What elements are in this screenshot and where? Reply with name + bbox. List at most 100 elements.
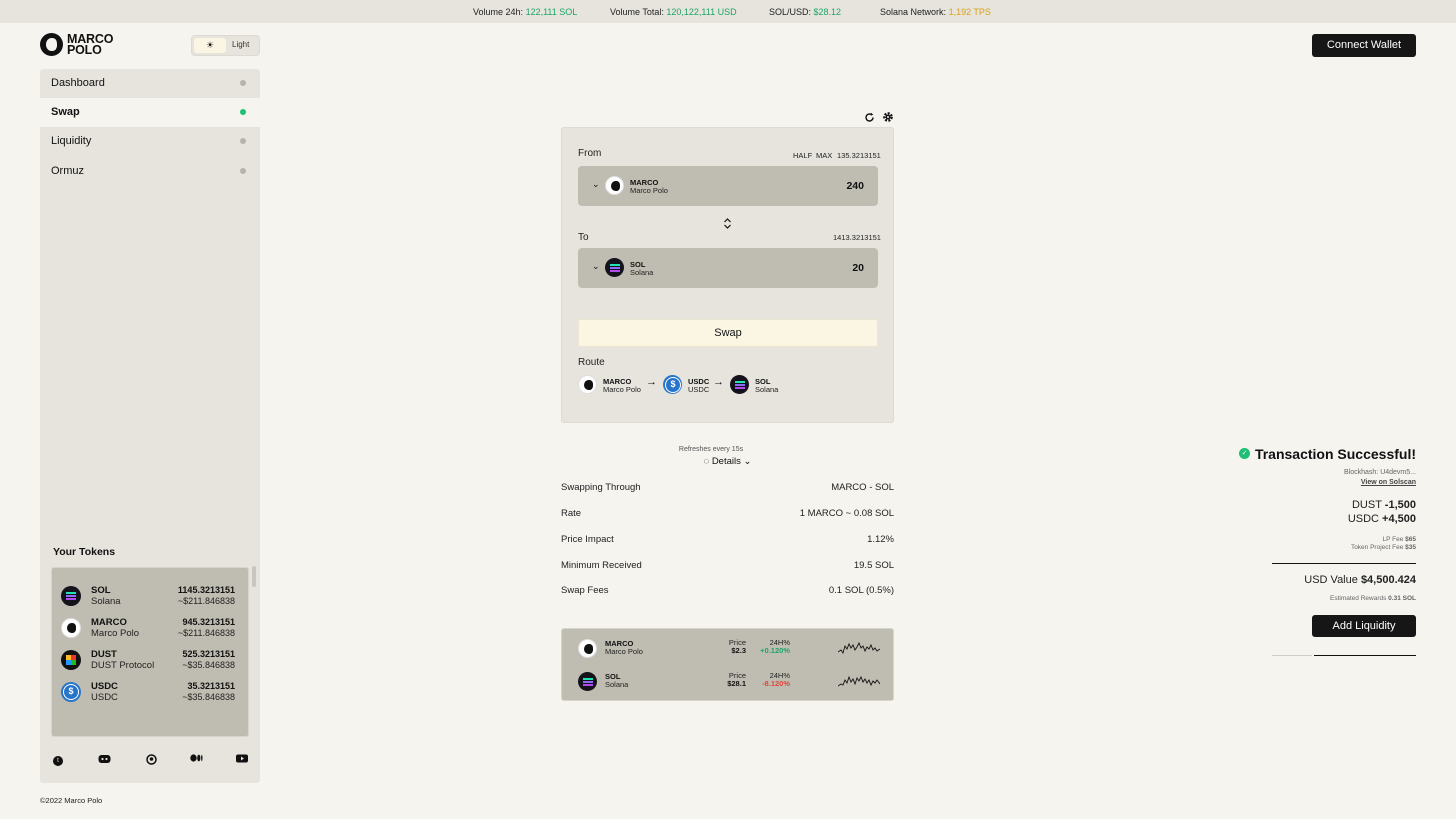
refresh-note: Refreshes every 15s <box>678 446 744 453</box>
check-circle-icon: ✓ <box>1239 448 1250 459</box>
marco-icon <box>61 618 81 638</box>
theme-toggle[interactable]: ☀ Light <box>191 35 260 56</box>
token-row-dust[interactable]: DUST DUST Protocol 525.3213151 ~$35.8468… <box>61 647 241 673</box>
add-liquidity-button[interactable]: Add Liquidity <box>1312 615 1416 637</box>
token-project-fee: Token Project Fee $35 <box>1350 544 1416 551</box>
network-tps-value: 1,192 TPS <box>948 7 991 17</box>
price-overview: MARCO Marco Polo Price $2.3 24H% +0.120%… <box>561 628 894 701</box>
marco-icon <box>578 639 597 658</box>
marco-icon <box>578 375 597 394</box>
transaction-panel: ✓ Transaction Successful! Blockhash: U4d… <box>1216 444 1416 664</box>
youtube-icon[interactable] <box>236 754 248 766</box>
price-change-value: +0.120% <box>760 646 790 655</box>
detail-swapping-through: Swapping Through MARCO - SOL <box>561 482 894 493</box>
status-dot <box>240 168 246 174</box>
from-balance: 135.3213151 <box>837 151 881 160</box>
volume-24h-stat: Volume 24h: 122,111 SOL <box>473 7 578 17</box>
estimated-rewards: Estimated Rewards 0.31 SOL <box>1330 595 1416 602</box>
arrow-right-icon: → <box>646 376 657 388</box>
from-label: From <box>578 148 602 159</box>
tokens-scrollbar[interactable] <box>252 566 256 587</box>
usd-value: USD Value $4,500.424 <box>1304 574 1416 586</box>
price-row-marco[interactable]: MARCO Marco Polo Price $2.3 24H% +0.120% <box>578 637 880 661</box>
swap-direction-icon[interactable] <box>723 216 732 234</box>
solana-network-stat: Solana Network: 1,192 TPS <box>880 7 991 17</box>
your-tokens-title: Your Tokens <box>53 546 116 558</box>
volume-total-stat: Volume Total: 120,122,111 USD <box>610 7 737 17</box>
to-balance: 1413.3213151 <box>833 233 881 242</box>
sparkline-chart <box>838 641 880 655</box>
chevron-down-icon[interactable]: ⌄ <box>592 179 600 190</box>
solana-icon <box>730 375 749 394</box>
to-label: To <box>578 232 589 243</box>
brand-name: MARCO POLO <box>67 32 114 57</box>
volume-total-value: 120,122,111 USD <box>666 7 737 17</box>
blockhash: Blockhash: U4devm5... <box>1344 469 1416 476</box>
settings-gear-icon[interactable] <box>882 112 894 126</box>
from-amount-input[interactable]: 240 <box>846 180 864 192</box>
sparkline-chart <box>838 675 880 687</box>
detail-rate: Rate 1 MARCO ~ 0.08 SOL <box>561 508 894 519</box>
dust-change: DUST -1,500 <box>1351 499 1416 511</box>
github-icon[interactable] <box>145 754 157 766</box>
arrow-right-icon: → <box>713 376 724 388</box>
price-row-sol[interactable]: SOL Solana Price $28.1 24H% -8.120% <box>578 670 880 694</box>
divider <box>1314 655 1416 656</box>
sidebar-item-swap[interactable]: Swap <box>40 98 260 127</box>
to-token-field[interactable]: ⌄ SOL Solana 20 <box>578 248 878 288</box>
solana-icon <box>61 586 81 606</box>
price-change-value: -8.120% <box>762 679 790 688</box>
active-dot <box>240 109 246 115</box>
theme-label: Light <box>232 40 250 49</box>
half-button[interactable]: HALF <box>793 151 812 160</box>
status-dot <box>240 138 246 144</box>
max-button[interactable]: MAX <box>816 151 832 160</box>
medium-icon[interactable] <box>190 754 203 766</box>
from-token-field[interactable]: ⌄ MARCO Marco Polo 240 <box>578 166 878 206</box>
status-dot <box>240 80 246 86</box>
detail-swap-fees: Swap Fees 0.1 SOL (0.5%) <box>561 585 894 596</box>
marco-icon <box>605 176 624 195</box>
twitter-icon[interactable]: t <box>52 754 64 766</box>
view-on-solscan-link[interactable]: View on Solscan <box>1361 479 1416 486</box>
marco-polo-head-icon <box>40 33 63 56</box>
swap-card-tools <box>864 111 894 126</box>
token-row-sol[interactable]: SOL Solana 1145.3213151 ~$211.846838 <box>61 583 241 609</box>
tokens-list: SOL Solana 1145.3213151 ~$211.846838 MAR… <box>51 567 249 737</box>
solana-icon <box>578 672 597 691</box>
refresh-icon[interactable] <box>864 112 878 126</box>
chevron-down-icon: ⌄ <box>743 456 752 467</box>
divider <box>1272 655 1312 656</box>
token-row-marco[interactable]: MARCO Marco Polo 945.3213151 ~$211.84683… <box>61 615 241 641</box>
usdc-change: USDC +4,500 <box>1347 513 1416 525</box>
detail-price-impact: Price Impact 1.12% <box>561 534 894 545</box>
sol-usd-stat: SOL/USD: $28.12 <box>769 7 842 17</box>
brand-logo[interactable]: MARCO POLO <box>40 33 113 56</box>
to-amount-input[interactable]: 20 <box>852 262 864 274</box>
details-toggle[interactable]: ◌ Details ⌄ <box>561 456 894 467</box>
usdc-icon <box>61 682 81 702</box>
chevron-down-icon[interactable]: ⌄ <box>592 261 600 272</box>
token-row-usdc[interactable]: USDC USDC 35.3213151 ~$35.846838 <box>61 679 241 705</box>
lp-fee: LP Fee $65 <box>1382 536 1416 543</box>
sidebar-item-ormuz[interactable]: Ormuz <box>40 157 260 186</box>
top-stats-bar: Volume 24h: 122,111 SOL Volume Total: 12… <box>0 0 1456 23</box>
swap-button[interactable]: Swap <box>578 319 878 347</box>
usdc-icon <box>663 375 682 394</box>
sidebar-item-dashboard[interactable]: Dashboard <box>40 69 260 98</box>
divider <box>1272 563 1416 564</box>
loading-spinner-icon: ◌ <box>703 456 710 467</box>
connect-wallet-button[interactable]: Connect Wallet <box>1312 34 1416 57</box>
volume-24h-value: 122,111 SOL <box>525 7 578 17</box>
discord-icon[interactable] <box>98 754 111 766</box>
transaction-title: Transaction Successful! <box>1254 446 1416 462</box>
route-label: Route <box>578 357 605 368</box>
dust-icon <box>61 650 81 670</box>
detail-minimum-received: Minimum Received 19.5 SOL <box>561 560 894 571</box>
solana-icon <box>605 258 624 277</box>
sol-usd-value: $28.12 <box>813 7 842 17</box>
swap-card: From HALF MAX 135.3213151 ⌄ MARCO Marco … <box>561 127 894 423</box>
sidebar-item-liquidity[interactable]: Liquidity <box>40 127 260 156</box>
sun-icon: ☀ <box>194 38 226 53</box>
copyright: ©2022 Marco Polo <box>40 796 103 805</box>
